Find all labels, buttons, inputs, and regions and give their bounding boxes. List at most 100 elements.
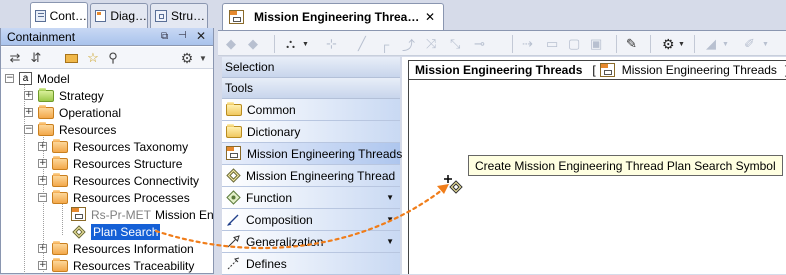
size-icon[interactable]: ▢ <box>568 35 580 53</box>
collapse-toggle-icon[interactable]: − <box>38 193 47 202</box>
close-panel-icon[interactable]: ✕ <box>196 29 206 43</box>
tree-item-operational[interactable]: + Operational <box>24 104 121 121</box>
tab-label: Diag… <box>110 9 147 23</box>
expand-toggle-icon[interactable]: + <box>24 108 33 117</box>
containment-toolbar: ⇄ ⇵ ☆ ⚲ ⚙ ▼ <box>1 47 213 69</box>
line-jump-icon[interactable]: ⊸ <box>474 35 485 53</box>
search-icon[interactable]: ⚲ <box>105 50 121 66</box>
palette-tool-composition[interactable]: Composition ▼ <box>222 209 400 231</box>
palette-group-mission-engineering-threads[interactable]: Mission Engineering Threads <box>222 143 402 165</box>
tree-item-resources-structure[interactable]: + Resources Structure <box>38 155 182 172</box>
expand-toggle-icon[interactable]: + <box>38 261 47 270</box>
editor-tab-title: Mission Engineering Threa… <box>254 10 420 24</box>
gear-icon[interactable]: ⚙ <box>662 35 675 53</box>
palette-item-label: Mission Engineering Thread <box>246 168 396 183</box>
palette-item-label: Function <box>246 190 293 205</box>
tree-item-plan-search[interactable]: Plan Search <box>71 223 161 240</box>
rectilinear-path-icon[interactable]: ┌ <box>380 35 389 53</box>
structure-tab-icon <box>155 10 167 22</box>
tree-item-strategy[interactable]: + Strategy <box>24 87 104 104</box>
folder-icon <box>38 121 54 136</box>
tree-item-resources-traceability[interactable]: + Resources Traceability <box>38 257 194 274</box>
palette-group-common[interactable]: Common <box>222 99 400 121</box>
float-panel-icon[interactable]: ⧉ <box>161 31 168 42</box>
close-tab-icon[interactable]: ✕ <box>425 10 435 24</box>
layout-tree-icon[interactable]: ⛬ <box>286 35 295 53</box>
route-path-icon[interactable]: ⤨ <box>426 35 436 53</box>
diagram-prefix: Rs-Pr-MET <box>91 207 151 222</box>
tree-item-resources-connectivity[interactable]: + Resources Connectivity <box>38 172 199 189</box>
tab-diagrams[interactable]: Diag… <box>90 3 148 28</box>
tab-label: Stru… <box>171 9 206 23</box>
palette-item-label: Generalization <box>246 234 324 249</box>
generalization-icon <box>226 234 241 249</box>
reset-labels-icon[interactable]: ⤡ <box>450 35 460 53</box>
tree-item-diagram[interactable]: Rs-Pr-MET Mission Eng <box>71 206 213 223</box>
star-icon[interactable]: ☆ <box>85 50 101 66</box>
gear-icon[interactable]: ⚙ <box>179 50 195 66</box>
palette-group-dictionary[interactable]: Dictionary <box>222 121 400 143</box>
path-style-icon[interactable]: ⊹ <box>326 35 337 53</box>
submenu-arrow-icon[interactable]: ▼ <box>386 237 394 246</box>
toolbar-separator <box>274 35 275 53</box>
tree-item-label: Resources <box>59 122 117 137</box>
containment-tab-icon <box>35 10 46 22</box>
toolbar-separator <box>694 35 695 53</box>
folder-icon <box>52 155 68 170</box>
diagram-palette: Selection Tools Common Dictionary Missio… <box>222 57 402 275</box>
submenu-arrow-icon[interactable]: ▼ <box>386 215 394 224</box>
tree-item-resources-processes[interactable]: − Resources Processes <box>38 189 190 206</box>
palette-category-tools[interactable]: Tools <box>222 78 400 99</box>
model-icon: a <box>19 72 32 85</box>
containment-tree: − a Model + Strategy + Operational − Res… <box>1 70 213 274</box>
diagram-canvas[interactable]: Mission Engineering Threads [ Mission En… <box>402 57 786 274</box>
chevron-down-icon[interactable]: ▼ <box>762 35 769 53</box>
containment-panel: Containment ⧉ ⊣ ✕ ⇄ ⇵ ☆ ⚲ ⚙ ▼ − a Model … <box>0 28 214 274</box>
pin-icon[interactable]: ⊣ <box>178 30 187 41</box>
palette-category-selection[interactable]: Selection <box>222 57 400 78</box>
collapse-toggle-icon[interactable]: − <box>24 125 33 134</box>
drop-cursor-icon <box>444 174 466 196</box>
open-folder-icon[interactable] <box>63 50 79 66</box>
chevron-down-icon[interactable]: ▼ <box>678 35 685 53</box>
oblique-path-icon[interactable]: ╱ <box>358 35 366 53</box>
expand-toggle-icon[interactable]: + <box>38 176 47 185</box>
collapse-tree-icon[interactable]: ⇄ <box>7 50 23 66</box>
collapse-toggle-icon[interactable]: − <box>5 74 14 83</box>
folder-icon <box>52 138 68 153</box>
chevron-down-icon[interactable]: ▼ <box>195 50 211 66</box>
tree-item-resources[interactable]: − Resources <box>24 121 116 138</box>
line-color-icon[interactable]: ✐ <box>744 35 755 53</box>
tree-item-label: Strategy <box>59 88 104 103</box>
tree-item-resources-information[interactable]: + Resources Information <box>38 240 194 257</box>
diagram-frame-header[interactable]: Mission Engineering Threads [ Mission En… <box>408 60 786 80</box>
tree-item-label: Model <box>37 71 70 86</box>
palette-tool-defines[interactable]: Defines <box>222 253 400 275</box>
expand-toggle-icon[interactable]: + <box>38 142 47 151</box>
chevron-down-icon[interactable]: ▼ <box>722 35 729 53</box>
palette-tool-function[interactable]: Function ▼ <box>222 187 400 209</box>
pencil-icon[interactable]: ✎ <box>626 35 637 53</box>
submenu-arrow-icon[interactable]: ▼ <box>386 193 394 202</box>
fill-color-icon[interactable]: ◢ <box>706 35 716 53</box>
expand-toggle-icon[interactable]: + <box>38 159 47 168</box>
expand-tree-icon[interactable]: ⇵ <box>28 50 44 66</box>
palette-category-label: Selection <box>225 60 275 74</box>
back-icon[interactable]: ◆ <box>226 35 236 53</box>
tab-structure[interactable]: Stru… <box>150 3 208 28</box>
palette-tool-generalization[interactable]: Generalization ▼ <box>222 231 400 253</box>
resize-icon[interactable]: ▣ <box>590 35 602 53</box>
tree-item-model[interactable]: − a Model <box>5 70 70 87</box>
tab-mission-engineering-threads[interactable]: Mission Engineering Threa… ✕ <box>222 3 444 30</box>
bezier-path-icon[interactable]: ⤴ <box>402 35 415 53</box>
toolbar-separator <box>512 35 513 53</box>
tab-containment[interactable]: Cont… <box>30 2 88 29</box>
palette-tool-mission-engineering-thread[interactable]: Mission Engineering Thread <box>222 165 400 187</box>
tree-item-resources-taxonomy[interactable]: + Resources Taxonomy <box>38 138 188 155</box>
forward-icon[interactable]: ◆ <box>248 35 258 53</box>
chevron-down-icon[interactable]: ▼ <box>302 35 309 53</box>
expand-toggle-icon[interactable]: + <box>38 244 47 253</box>
align-icon[interactable]: ▭ <box>546 35 558 53</box>
distribute-icon[interactable]: ⇢ <box>522 35 533 53</box>
expand-toggle-icon[interactable]: + <box>24 91 33 100</box>
